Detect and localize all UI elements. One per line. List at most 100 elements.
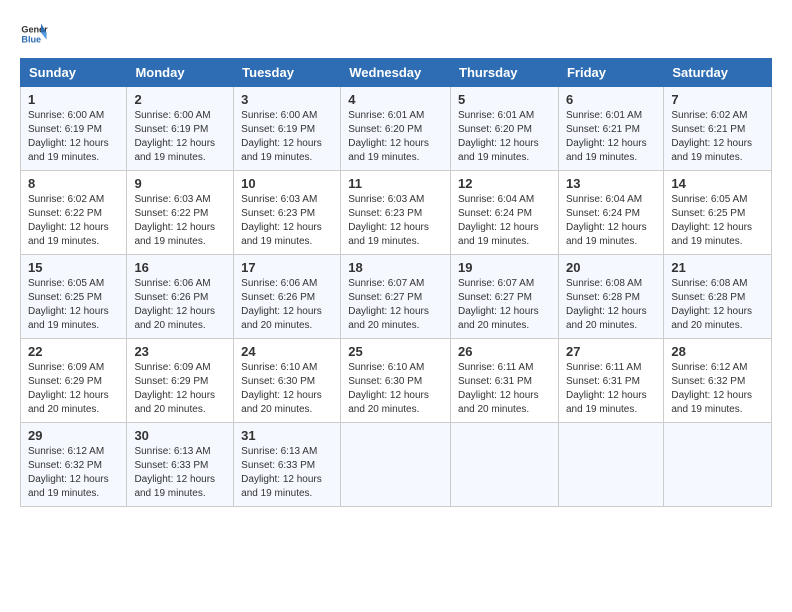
calendar-cell: 4Sunrise: 6:01 AMSunset: 6:20 PMDaylight… bbox=[341, 87, 451, 171]
calendar-cell: 17Sunrise: 6:06 AMSunset: 6:26 PMDayligh… bbox=[234, 255, 341, 339]
day-info: Sunrise: 6:03 AMSunset: 6:23 PMDaylight:… bbox=[348, 193, 443, 249]
calendar-week-row: 15 Sunrise: 6:05 AMSunset: 6:25 PMDayligh… bbox=[21, 255, 772, 339]
day-number: 24 bbox=[241, 344, 333, 359]
day-info: Sunrise: 6:02 AMSunset: 6:22 PMDaylight:… bbox=[28, 193, 119, 249]
day-info: Sunrise: 6:13 AMSunset: 6:33 PMDaylight:… bbox=[241, 445, 333, 501]
calendar-cell: 19 Sunrise: 6:07 AMSunset: 6:27 PMDayligh… bbox=[451, 255, 559, 339]
calendar-header-thursday: Thursday bbox=[451, 59, 559, 87]
day-number: 21 bbox=[671, 260, 764, 275]
calendar-cell: 20 Sunrise: 6:08 AMSunset: 6:28 PMDayligh… bbox=[558, 255, 663, 339]
day-number: 29 bbox=[28, 428, 119, 443]
day-number: 15 bbox=[28, 260, 119, 275]
calendar-cell: 26 Sunrise: 6:11 AMSunset: 6:31 PMDayligh… bbox=[451, 339, 559, 423]
calendar-header-saturday: Saturday bbox=[664, 59, 772, 87]
calendar-header-tuesday: Tuesday bbox=[234, 59, 341, 87]
day-info: Sunrise: 6:05 AMSunset: 6:25 PMDaylight:… bbox=[28, 277, 119, 333]
day-number: 31 bbox=[241, 428, 333, 443]
day-number: 8 bbox=[28, 176, 119, 191]
calendar-cell: 27 Sunrise: 6:11 AMSunset: 6:31 PMDayligh… bbox=[558, 339, 663, 423]
day-number: 6 bbox=[566, 92, 656, 107]
day-info: Sunrise: 6:04 AMSunset: 6:24 PMDaylight:… bbox=[566, 193, 656, 249]
day-number: 2 bbox=[134, 92, 226, 107]
day-number: 22 bbox=[28, 344, 119, 359]
calendar-cell: 6 Sunrise: 6:01 AMSunset: 6:21 PMDaylight… bbox=[558, 87, 663, 171]
page-header: General Blue bbox=[20, 20, 772, 48]
calendar-cell: 30Sunrise: 6:13 AMSunset: 6:33 PMDayligh… bbox=[127, 423, 234, 507]
calendar-cell: 24 Sunrise: 6:10 AMSunset: 6:30 PMDayligh… bbox=[234, 339, 341, 423]
day-info: Sunrise: 6:01 AMSunset: 6:21 PMDaylight:… bbox=[566, 109, 656, 165]
calendar-cell: 22Sunrise: 6:09 AMSunset: 6:29 PMDayligh… bbox=[21, 339, 127, 423]
calendar-cell: 1 Sunrise: 6:00 AMSunset: 6:19 PMDaylight… bbox=[21, 87, 127, 171]
calendar-header-monday: Monday bbox=[127, 59, 234, 87]
calendar-cell: 5 Sunrise: 6:01 AMSunset: 6:20 PMDaylight… bbox=[451, 87, 559, 171]
day-info: Sunrise: 6:12 AMSunset: 6:32 PMDaylight:… bbox=[28, 445, 119, 501]
day-info: Sunrise: 6:11 AMSunset: 6:31 PMDaylight:… bbox=[566, 361, 656, 417]
calendar-cell bbox=[341, 423, 451, 507]
calendar-cell: 9Sunrise: 6:03 AMSunset: 6:22 PMDaylight… bbox=[127, 171, 234, 255]
day-info: Sunrise: 6:00 AMSunset: 6:19 PMDaylight:… bbox=[28, 109, 119, 165]
day-number: 20 bbox=[566, 260, 656, 275]
calendar-header-wednesday: Wednesday bbox=[341, 59, 451, 87]
day-number: 1 bbox=[28, 92, 119, 107]
day-info: Sunrise: 6:01 AMSunset: 6:20 PMDaylight:… bbox=[458, 109, 551, 165]
day-info: Sunrise: 6:07 AMSunset: 6:27 PMDaylight:… bbox=[458, 277, 551, 333]
calendar-cell: 21 Sunrise: 6:08 AMSunset: 6:28 PMDayligh… bbox=[664, 255, 772, 339]
logo: General Blue bbox=[20, 20, 48, 48]
calendar-week-row: 22 Sunrise: 6:09 AMSunset: 6:29 PMDayligh… bbox=[21, 339, 772, 423]
day-info: Sunrise: 6:06 AMSunset: 6:26 PMDaylight:… bbox=[241, 277, 333, 333]
day-number: 23 bbox=[134, 344, 226, 359]
calendar-table: SundayMondayTuesdayWednesdayThursdayFrid… bbox=[20, 58, 772, 507]
day-info: Sunrise: 6:05 AMSunset: 6:25 PMDaylight:… bbox=[671, 193, 764, 249]
day-info: Sunrise: 6:13 AMSunset: 6:33 PMDaylight:… bbox=[134, 445, 226, 501]
calendar-cell bbox=[451, 423, 559, 507]
logo-icon: General Blue bbox=[20, 20, 48, 48]
day-number: 11 bbox=[348, 176, 443, 191]
calendar-cell: 25 Sunrise: 6:10 AMSunset: 6:30 PMDayligh… bbox=[341, 339, 451, 423]
day-info: Sunrise: 6:07 AMSunset: 6:27 PMDaylight:… bbox=[348, 277, 443, 333]
day-info: Sunrise: 6:04 AMSunset: 6:24 PMDaylight:… bbox=[458, 193, 551, 249]
day-info: Sunrise: 6:03 AMSunset: 6:23 PMDaylight:… bbox=[241, 193, 333, 249]
day-number: 26 bbox=[458, 344, 551, 359]
calendar-cell: 7Sunrise: 6:02 AMSunset: 6:21 PMDaylight… bbox=[664, 87, 772, 171]
day-number: 3 bbox=[241, 92, 333, 107]
calendar-cell: 12 Sunrise: 6:04 AMSunset: 6:24 PMDayligh… bbox=[451, 171, 559, 255]
calendar-cell: 31 Sunrise: 6:13 AMSunset: 6:33 PMDayligh… bbox=[234, 423, 341, 507]
day-number: 7 bbox=[671, 92, 764, 107]
day-number: 27 bbox=[566, 344, 656, 359]
day-info: Sunrise: 6:10 AMSunset: 6:30 PMDaylight:… bbox=[241, 361, 333, 417]
calendar-header-row: SundayMondayTuesdayWednesdayThursdayFrid… bbox=[21, 59, 772, 87]
day-number: 19 bbox=[458, 260, 551, 275]
day-number: 5 bbox=[458, 92, 551, 107]
calendar-cell: 28 Sunrise: 6:12 AMSunset: 6:32 PMDayligh… bbox=[664, 339, 772, 423]
day-number: 28 bbox=[671, 344, 764, 359]
day-number: 12 bbox=[458, 176, 551, 191]
calendar-cell: 10 Sunrise: 6:03 AMSunset: 6:23 PMDayligh… bbox=[234, 171, 341, 255]
calendar-cell: 13Sunrise: 6:04 AMSunset: 6:24 PMDayligh… bbox=[558, 171, 663, 255]
calendar-cell bbox=[558, 423, 663, 507]
day-number: 4 bbox=[348, 92, 443, 107]
calendar-week-row: 29 Sunrise: 6:12 AMSunset: 6:32 PMDayligh… bbox=[21, 423, 772, 507]
day-info: Sunrise: 6:12 AMSunset: 6:32 PMDaylight:… bbox=[671, 361, 764, 417]
day-number: 10 bbox=[241, 176, 333, 191]
calendar-cell: 11 Sunrise: 6:03 AMSunset: 6:23 PMDayligh… bbox=[341, 171, 451, 255]
calendar-body: 1 Sunrise: 6:00 AMSunset: 6:19 PMDaylight… bbox=[21, 87, 772, 507]
calendar-cell: 15 Sunrise: 6:05 AMSunset: 6:25 PMDayligh… bbox=[21, 255, 127, 339]
calendar-cell: 16Sunrise: 6:06 AMSunset: 6:26 PMDayligh… bbox=[127, 255, 234, 339]
day-info: Sunrise: 6:08 AMSunset: 6:28 PMDaylight:… bbox=[671, 277, 764, 333]
day-info: Sunrise: 6:09 AMSunset: 6:29 PMDaylight:… bbox=[134, 361, 226, 417]
day-info: Sunrise: 6:08 AMSunset: 6:28 PMDaylight:… bbox=[566, 277, 656, 333]
day-number: 25 bbox=[348, 344, 443, 359]
day-number: 14 bbox=[671, 176, 764, 191]
day-number: 18 bbox=[348, 260, 443, 275]
calendar-week-row: 8 Sunrise: 6:02 AMSunset: 6:22 PMDaylight… bbox=[21, 171, 772, 255]
calendar-cell: 3Sunrise: 6:00 AMSunset: 6:19 PMDaylight… bbox=[234, 87, 341, 171]
calendar-cell: 18 Sunrise: 6:07 AMSunset: 6:27 PMDayligh… bbox=[341, 255, 451, 339]
day-info: Sunrise: 6:11 AMSunset: 6:31 PMDaylight:… bbox=[458, 361, 551, 417]
svg-text:Blue: Blue bbox=[21, 34, 41, 44]
calendar-cell bbox=[664, 423, 772, 507]
calendar-cell: 14 Sunrise: 6:05 AMSunset: 6:25 PMDayligh… bbox=[664, 171, 772, 255]
day-info: Sunrise: 6:10 AMSunset: 6:30 PMDaylight:… bbox=[348, 361, 443, 417]
calendar-cell: 29 Sunrise: 6:12 AMSunset: 6:32 PMDayligh… bbox=[21, 423, 127, 507]
day-info: Sunrise: 6:03 AMSunset: 6:22 PMDaylight:… bbox=[134, 193, 226, 249]
calendar-header-friday: Friday bbox=[558, 59, 663, 87]
